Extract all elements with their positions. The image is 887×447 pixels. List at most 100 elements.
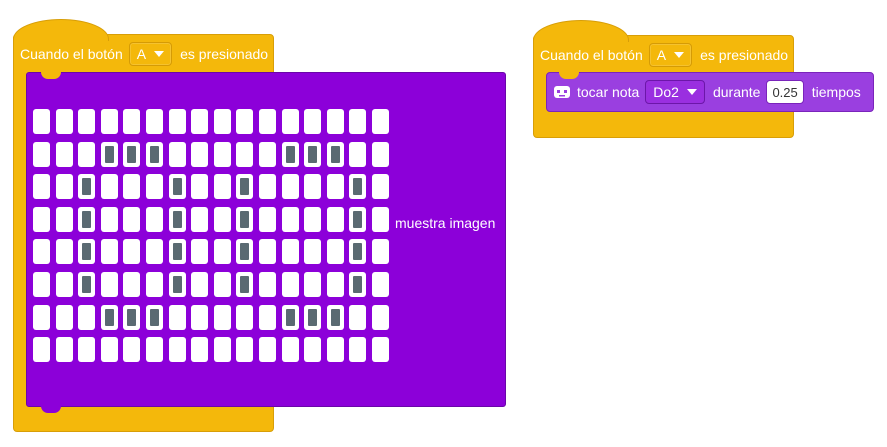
led-cell[interactable] <box>78 337 96 363</box>
led-cell[interactable] <box>191 109 209 134</box>
led-cell[interactable] <box>349 239 367 265</box>
led-cell[interactable] <box>236 174 254 200</box>
led-cell[interactable] <box>213 141 231 167</box>
led-cell[interactable] <box>258 109 276 134</box>
led-cell[interactable] <box>371 337 389 363</box>
led-cell[interactable] <box>258 337 276 363</box>
led-cell[interactable] <box>213 271 231 297</box>
led-cell[interactable] <box>349 271 367 297</box>
led-cell[interactable] <box>191 174 209 200</box>
led-cell[interactable] <box>281 271 299 297</box>
led-cell[interactable] <box>100 239 118 265</box>
led-cell[interactable] <box>100 206 118 232</box>
led-cell[interactable] <box>304 109 322 134</box>
led-cell[interactable] <box>33 271 50 297</box>
led-cell[interactable] <box>258 141 276 167</box>
led-cell[interactable] <box>33 337 50 363</box>
show-image-block[interactable]: muestra imagen <box>26 72 506 413</box>
led-cell[interactable] <box>78 271 96 297</box>
led-cell[interactable] <box>168 271 186 297</box>
led-cell[interactable] <box>33 174 50 200</box>
led-cell[interactable] <box>123 109 141 134</box>
led-cell[interactable] <box>191 239 209 265</box>
play-note-block[interactable]: tocar nota Do2 durante 0.25 tiempos <box>546 72 874 112</box>
led-cell[interactable] <box>123 206 141 232</box>
led-cell[interactable] <box>304 206 322 232</box>
note-select-dropdown[interactable]: Do2 <box>645 80 705 104</box>
led-cell[interactable] <box>168 174 186 200</box>
led-cell[interactable] <box>371 271 389 297</box>
led-cell[interactable] <box>33 109 50 134</box>
led-cell[interactable] <box>326 271 344 297</box>
led-cell[interactable] <box>349 109 367 134</box>
led-cell[interactable] <box>371 206 389 232</box>
led-cell[interactable] <box>213 174 231 200</box>
led-cell[interactable] <box>55 271 73 297</box>
led-cell[interactable] <box>213 206 231 232</box>
led-cell[interactable] <box>304 239 322 265</box>
led-cell[interactable] <box>191 337 209 363</box>
workspace-canvas[interactable]: Cuando el botón A es presionado muestra … <box>0 0 887 447</box>
beats-input[interactable]: 0.25 <box>766 80 804 104</box>
led-cell[interactable] <box>145 271 163 297</box>
led-cell[interactable] <box>55 174 73 200</box>
led-cell[interactable] <box>236 141 254 167</box>
led-cell[interactable] <box>33 206 50 232</box>
led-cell[interactable] <box>191 304 209 330</box>
led-cell[interactable] <box>33 304 50 330</box>
led-cell[interactable] <box>213 239 231 265</box>
led-cell[interactable] <box>191 141 209 167</box>
led-cell[interactable] <box>371 109 389 134</box>
led-cell[interactable] <box>281 174 299 200</box>
led-cell[interactable] <box>281 337 299 363</box>
led-cell[interactable] <box>145 141 163 167</box>
led-cell[interactable] <box>123 337 141 363</box>
led-cell[interactable] <box>55 206 73 232</box>
led-cell[interactable] <box>281 109 299 134</box>
led-cell[interactable] <box>326 141 344 167</box>
led-cell[interactable] <box>145 174 163 200</box>
led-cell[interactable] <box>236 239 254 265</box>
led-cell[interactable] <box>213 109 231 134</box>
led-cell[interactable] <box>100 337 118 363</box>
led-cell[interactable] <box>145 206 163 232</box>
led-cell[interactable] <box>304 337 322 363</box>
led-cell[interactable] <box>236 337 254 363</box>
led-cell[interactable] <box>78 174 96 200</box>
led-cell[interactable] <box>55 304 73 330</box>
led-cell[interactable] <box>304 304 322 330</box>
led-cell[interactable] <box>236 271 254 297</box>
led-cell[interactable] <box>213 304 231 330</box>
led-cell[interactable] <box>55 109 73 134</box>
led-cell[interactable] <box>371 304 389 330</box>
led-cell[interactable] <box>78 109 96 134</box>
led-cell[interactable] <box>326 304 344 330</box>
led-cell[interactable] <box>100 109 118 134</box>
led-cell[interactable] <box>349 174 367 200</box>
led-cell[interactable] <box>326 337 344 363</box>
led-cell[interactable] <box>349 337 367 363</box>
led-cell[interactable] <box>123 174 141 200</box>
led-cell[interactable] <box>55 239 73 265</box>
led-cell[interactable] <box>100 271 118 297</box>
led-cell[interactable] <box>78 304 96 330</box>
led-cell[interactable] <box>304 141 322 167</box>
led-cell[interactable] <box>145 109 163 134</box>
led-cell[interactable] <box>236 109 254 134</box>
led-cell[interactable] <box>213 337 231 363</box>
led-cell[interactable] <box>258 174 276 200</box>
led-cell[interactable] <box>123 239 141 265</box>
led-cell[interactable] <box>236 304 254 330</box>
led-cell[interactable] <box>258 271 276 297</box>
led-cell[interactable] <box>191 271 209 297</box>
led-cell[interactable] <box>281 141 299 167</box>
led-cell[interactable] <box>33 239 50 265</box>
led-cell[interactable] <box>258 239 276 265</box>
led-cell[interactable] <box>281 206 299 232</box>
led-cell[interactable] <box>168 206 186 232</box>
led-cell[interactable] <box>145 337 163 363</box>
led-cell[interactable] <box>258 206 276 232</box>
led-cell[interactable] <box>281 304 299 330</box>
led-cell[interactable] <box>236 206 254 232</box>
led-cell[interactable] <box>123 304 141 330</box>
